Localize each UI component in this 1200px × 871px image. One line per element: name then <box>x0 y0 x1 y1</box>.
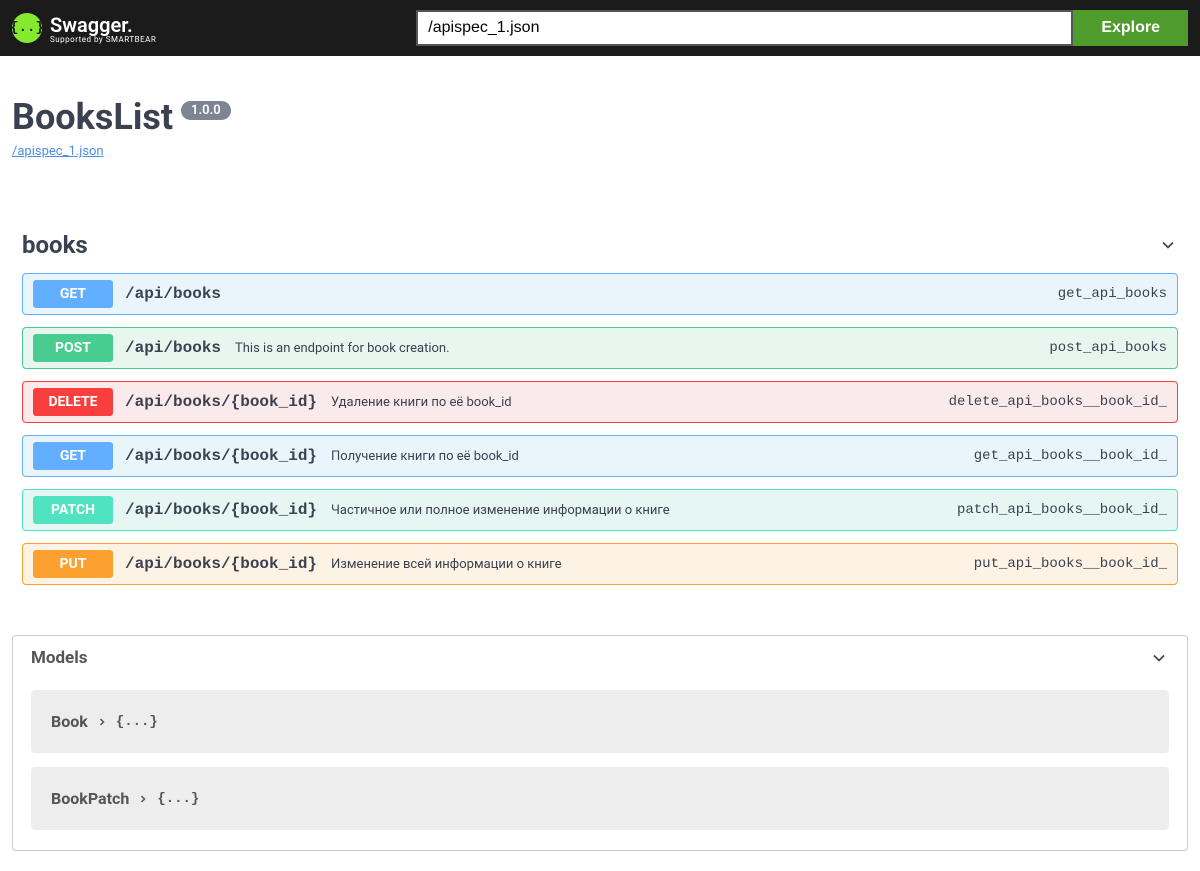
logo[interactable]: {..} Swagger. Supported by SMARTBEAR <box>12 13 156 44</box>
operation-id: delete_api_books__book_id_ <box>949 394 1167 410</box>
operation-delete_api_books__book_id_[interactable]: DELETE/api/books/{book_id} Удаление книги… <box>22 381 1178 423</box>
method-badge: PUT <box>33 550 113 578</box>
search-row: Explore <box>416 10 1188 46</box>
operation-path: /api/books <box>125 285 221 303</box>
operation-description: This is an endpoint for book creation. <box>235 341 450 356</box>
operation-id: patch_api_books__book_id_ <box>957 502 1167 518</box>
operation-patch_api_books__book_id_[interactable]: PATCH/api/books/{book_id} Частичное или п… <box>22 489 1178 531</box>
models-section: Models Book {...} BookPatch {...} <box>12 635 1188 851</box>
logo-text: Swagger. <box>50 13 156 37</box>
title-row: BooksList 1.0.0 <box>12 96 1188 138</box>
spec-link[interactable]: /apispec_1.json <box>12 144 104 159</box>
tag-section-books: books GET/api/books get_api_books POST/api… <box>12 231 1188 585</box>
logo-subtext: Supported by SMARTBEAR <box>50 35 156 44</box>
chevron-down-icon <box>1149 648 1169 668</box>
operation-path: /api/books <box>125 339 221 357</box>
version-badge: 1.0.0 <box>181 101 231 120</box>
tag-title: books <box>22 231 88 259</box>
swagger-icon: {..} <box>12 13 42 43</box>
models-header[interactable]: Models <box>13 636 1187 680</box>
page-title: BooksList <box>12 96 173 138</box>
models-title: Models <box>31 648 87 668</box>
operation-post_api_books[interactable]: POST/api/books This is an endpoint for bo… <box>22 327 1178 369</box>
model-brace: {...} <box>116 714 158 730</box>
operation-get_api_books[interactable]: GET/api/books get_api_books <box>22 273 1178 315</box>
operation-id: get_api_books <box>1058 286 1167 302</box>
method-badge: PATCH <box>33 496 113 524</box>
operation-description: Получение книги по её book_id <box>331 449 519 464</box>
method-badge: DELETE <box>33 388 113 416</box>
operation-put_api_books__book_id_[interactable]: PUT/api/books/{book_id} Изменение всей ин… <box>22 543 1178 585</box>
content: BooksList 1.0.0 /apispec_1.json books GE… <box>0 56 1200 871</box>
chevron-down-icon <box>1158 235 1178 255</box>
chevron-right-icon <box>137 793 149 805</box>
operation-id: put_api_books__book_id_ <box>974 556 1167 572</box>
model-bookpatch[interactable]: BookPatch {...} <box>31 767 1169 830</box>
operation-description: Изменение всей информации о книге <box>331 557 561 572</box>
operation-get_api_books__book_id_[interactable]: GET/api/books/{book_id} Получение книги п… <box>22 435 1178 477</box>
model-brace: {...} <box>157 791 199 807</box>
operation-description: Удаление книги по её book_id <box>331 395 512 410</box>
explore-button[interactable]: Explore <box>1073 10 1188 46</box>
model-name: BookPatch <box>51 789 129 808</box>
method-badge: GET <box>33 442 113 470</box>
operation-id: post_api_books <box>1049 340 1167 356</box>
operation-description: Частичное или полное изменение информаци… <box>331 503 670 518</box>
model-book[interactable]: Book {...} <box>31 690 1169 753</box>
model-name: Book <box>51 712 88 731</box>
topbar: {..} Swagger. Supported by SMARTBEAR Exp… <box>0 0 1200 56</box>
chevron-right-icon <box>96 716 108 728</box>
operation-path: /api/books/{book_id} <box>125 393 317 411</box>
spec-url-input[interactable] <box>416 10 1073 46</box>
operation-id: get_api_books__book_id_ <box>974 448 1167 464</box>
method-badge: GET <box>33 280 113 308</box>
method-badge: POST <box>33 334 113 362</box>
models-list: Book {...} BookPatch {...} <box>13 680 1187 850</box>
operation-path: /api/books/{book_id} <box>125 501 317 519</box>
operations-list: GET/api/books get_api_books POST/api/books… <box>22 273 1178 585</box>
operation-path: /api/books/{book_id} <box>125 447 317 465</box>
operation-path: /api/books/{book_id} <box>125 555 317 573</box>
tag-header-books[interactable]: books <box>22 231 1178 259</box>
